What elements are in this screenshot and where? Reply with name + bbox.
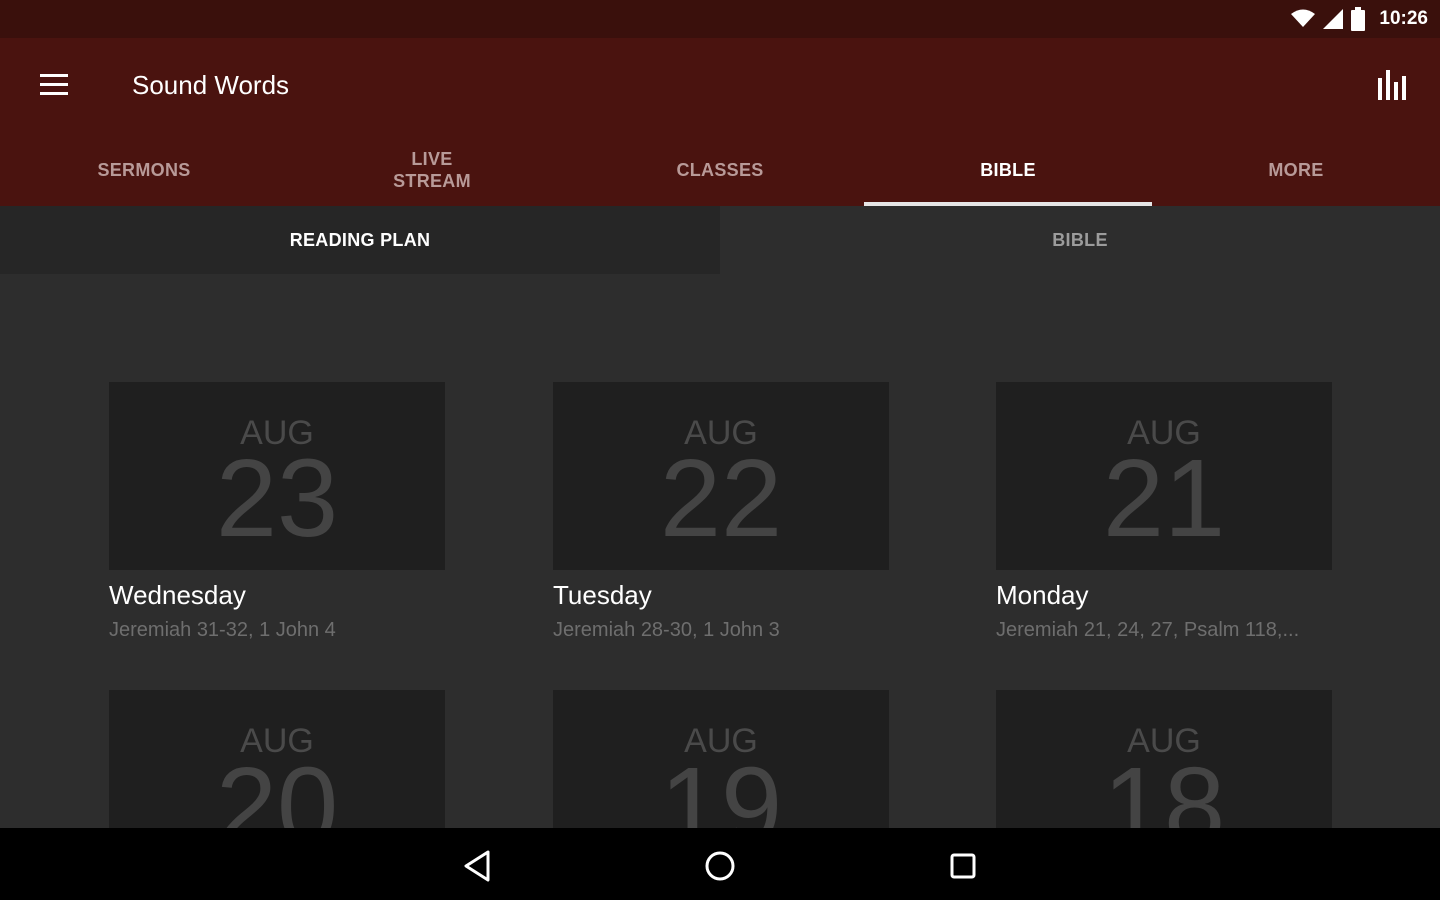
wifi-icon bbox=[1291, 9, 1316, 27]
tab-classes[interactable]: CLASSES bbox=[576, 134, 864, 206]
menu-button[interactable] bbox=[32, 70, 76, 102]
status-bar: 10:26 bbox=[0, 0, 1440, 38]
date-box: AUG 20 bbox=[109, 690, 445, 828]
menu-icon bbox=[40, 74, 68, 95]
signal-icon bbox=[1323, 9, 1344, 29]
date-box: AUG 23 bbox=[109, 382, 445, 570]
tab-sermons[interactable]: SERMONS bbox=[0, 134, 288, 206]
subtab-reading-plan[interactable]: READING PLAN bbox=[0, 206, 720, 274]
sub-tabs: READING PLAN BIBLE bbox=[0, 206, 1440, 274]
reading-label: Jeremiah 31-32, 1 John 4 bbox=[109, 619, 336, 641]
list-item[interactable]: AUG 21 Monday Jeremiah 21, 24, 27, Psalm… bbox=[996, 382, 1332, 642]
home-icon bbox=[705, 851, 735, 881]
status-time: 10:26 bbox=[1379, 8, 1428, 29]
date-box: AUG 19 bbox=[553, 690, 889, 828]
tab-live-stream[interactable]: LIVE STREAM bbox=[288, 134, 576, 206]
reading-label: Jeremiah 28-30, 1 John 3 bbox=[553, 619, 780, 641]
date-day: 20 bbox=[215, 745, 339, 829]
weekday-label: Monday bbox=[996, 580, 1089, 610]
home-button[interactable] bbox=[700, 846, 740, 886]
back-button[interactable] bbox=[458, 846, 498, 886]
tab-more[interactable]: MORE bbox=[1152, 134, 1440, 206]
recents-button[interactable] bbox=[943, 846, 983, 886]
tab-bible[interactable]: BIBLE bbox=[864, 134, 1152, 206]
weekday-label: Tuesday bbox=[553, 580, 652, 610]
app-title: Sound Words bbox=[132, 70, 290, 100]
list-item[interactable]: AUG 18 bbox=[996, 690, 1332, 828]
system-nav-bar bbox=[0, 828, 1440, 900]
list-item[interactable]: AUG 22 Tuesday Jeremiah 28-30, 1 John 3 bbox=[553, 382, 889, 642]
date-day: 22 bbox=[659, 437, 783, 560]
reading-plan-grid: AUG 23 Wednesday Jeremiah 31-32, 1 John … bbox=[0, 274, 1440, 828]
stats-button[interactable] bbox=[1374, 68, 1410, 104]
back-icon bbox=[464, 850, 490, 882]
date-day: 18 bbox=[1102, 745, 1226, 829]
list-item[interactable]: AUG 19 bbox=[553, 690, 889, 828]
date-day: 23 bbox=[215, 437, 339, 560]
tab-live-stream-label: LIVE STREAM bbox=[393, 149, 471, 191]
date-box: AUG 21 bbox=[996, 382, 1332, 570]
date-box: AUG 22 bbox=[553, 382, 889, 570]
main-tabs: SERMONS LIVE STREAM CLASSES BIBLE MORE bbox=[0, 134, 1440, 206]
reading-label: Jeremiah 21, 24, 27, Psalm 118,... bbox=[996, 619, 1300, 641]
recents-icon bbox=[950, 853, 976, 879]
date-day: 19 bbox=[659, 745, 783, 829]
weekday-label: Wednesday bbox=[109, 580, 246, 610]
subtab-bible[interactable]: BIBLE bbox=[720, 206, 1440, 274]
bar-chart-icon bbox=[1378, 70, 1406, 100]
list-item[interactable]: AUG 23 Wednesday Jeremiah 31-32, 1 John … bbox=[109, 382, 445, 642]
app-bar: Sound Words bbox=[0, 38, 1440, 134]
date-box: AUG 18 bbox=[996, 690, 1332, 828]
date-day: 21 bbox=[1102, 437, 1226, 560]
list-item[interactable]: AUG 20 bbox=[109, 690, 445, 828]
battery-icon bbox=[1351, 7, 1366, 31]
